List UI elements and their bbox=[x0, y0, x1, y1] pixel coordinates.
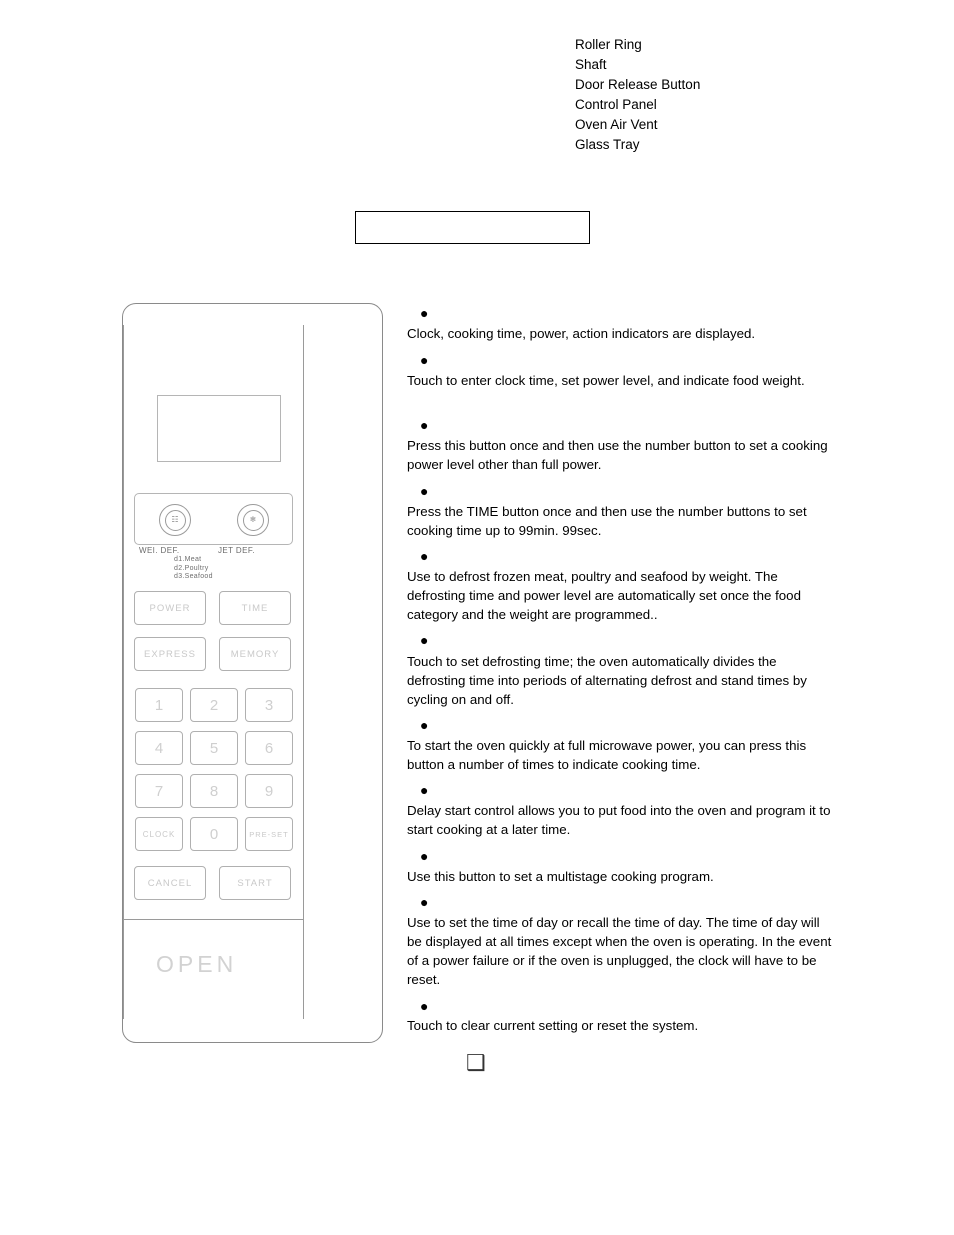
bullet-icon: ● bbox=[420, 483, 429, 499]
time-button[interactable]: TIME bbox=[219, 591, 291, 625]
power-button[interactable]: POWER bbox=[134, 591, 206, 625]
open-door-button[interactable]: OPEN bbox=[156, 951, 237, 978]
number-3-button[interactable]: 3 bbox=[245, 688, 293, 722]
description-weight-defrost: Use to defrost frozen meat, poultry and … bbox=[407, 569, 801, 622]
description-cancel: Touch to clear current setting or reset … bbox=[407, 1018, 699, 1033]
defrost-dial-block: ☷ ❄ bbox=[134, 493, 293, 545]
display-window bbox=[157, 395, 281, 462]
description-memory: Use this button to set a multistage cook… bbox=[407, 869, 714, 884]
bullet-icon: ● bbox=[420, 632, 429, 648]
bullet-icon: ● bbox=[420, 417, 429, 433]
number-4-button[interactable]: 4 bbox=[135, 731, 183, 765]
parts-list-item: Door Release Button bbox=[575, 77, 701, 92]
bullet-icon: ● bbox=[420, 352, 429, 368]
jet-defrost-label: JET DEF. bbox=[218, 546, 255, 555]
callout-box bbox=[355, 211, 590, 244]
control-panel-illustration: ☷ ❄ WEI. DEF. JET DEF. d1.Meat d2.Poultr… bbox=[122, 303, 384, 1045]
parts-list-item: Shaft bbox=[575, 57, 607, 72]
parts-list: Roller Ring Shaft Door Release Button Co… bbox=[575, 35, 700, 155]
weight-defrost-label: WEI. DEF. bbox=[139, 546, 180, 555]
defrost-category-list: d1.Meat d2.Poultry d3.Seafood bbox=[174, 556, 213, 582]
defrost-category-item: d3.Seafood bbox=[174, 573, 213, 580]
number-2-button[interactable]: 2 bbox=[190, 688, 238, 722]
parts-list-item: Glass Tray bbox=[575, 137, 640, 152]
jet-defrost-dial-icon[interactable]: ❄ bbox=[237, 504, 269, 536]
parts-list-item: Oven Air Vent bbox=[575, 117, 658, 132]
number-8-button[interactable]: 8 bbox=[190, 774, 238, 808]
clock-button[interactable]: CLOCK bbox=[135, 817, 183, 851]
description-express: To start the oven quickly at full microw… bbox=[407, 738, 807, 772]
description-number-pad: Touch to enter clock time, set power lev… bbox=[407, 373, 805, 388]
bullet-icon: ● bbox=[420, 717, 429, 733]
cancel-button[interactable]: CANCEL bbox=[134, 866, 206, 900]
description-pre-set: Delay start control allows you to put fo… bbox=[407, 803, 831, 837]
number-9-button[interactable]: 9 bbox=[245, 774, 293, 808]
description-power: Press this button once and then use the … bbox=[407, 438, 828, 472]
jet-defrost-dial-inner-icon: ❄ bbox=[242, 509, 264, 531]
express-button[interactable]: EXPRESS bbox=[134, 637, 206, 671]
bullet-icon: ● bbox=[420, 548, 429, 564]
description-clock: Use to set the time of day or recall the… bbox=[407, 915, 832, 987]
bullet-icon: ● bbox=[420, 998, 429, 1014]
defrost-category-item: d2.Poultry bbox=[174, 564, 209, 572]
bullet-icon: ● bbox=[420, 305, 429, 321]
description-display: Clock, cooking time, power, action indic… bbox=[407, 326, 756, 341]
bullet-icon: ● bbox=[420, 782, 429, 798]
footer-glyph-icon: ❑ bbox=[466, 1050, 486, 1075]
weight-defrost-dial-inner-icon: ☷ bbox=[164, 509, 186, 531]
parts-list-item: Control Panel bbox=[575, 97, 657, 112]
bullet-icon: ● bbox=[420, 848, 429, 864]
start-button[interactable]: START bbox=[219, 866, 291, 900]
bullet-icon: ● bbox=[420, 894, 429, 910]
pre-set-button[interactable]: PRE-SET bbox=[245, 817, 293, 851]
parts-list-item: Roller Ring bbox=[575, 37, 642, 52]
number-0-button[interactable]: 0 bbox=[190, 817, 238, 851]
number-5-button[interactable]: 5 bbox=[190, 731, 238, 765]
number-7-button[interactable]: 7 bbox=[135, 774, 183, 808]
panel-divider bbox=[123, 919, 304, 920]
defrost-category-item: d1.Meat bbox=[174, 556, 202, 563]
description-jet-defrost: Touch to set defrosting time; the oven a… bbox=[407, 654, 807, 707]
weight-defrost-dial-icon[interactable]: ☷ bbox=[159, 504, 191, 536]
number-6-button[interactable]: 6 bbox=[245, 731, 293, 765]
number-1-button[interactable]: 1 bbox=[135, 688, 183, 722]
description-time: Press the TIME button once and then use … bbox=[407, 504, 807, 538]
memory-button[interactable]: MEMORY bbox=[219, 637, 291, 671]
